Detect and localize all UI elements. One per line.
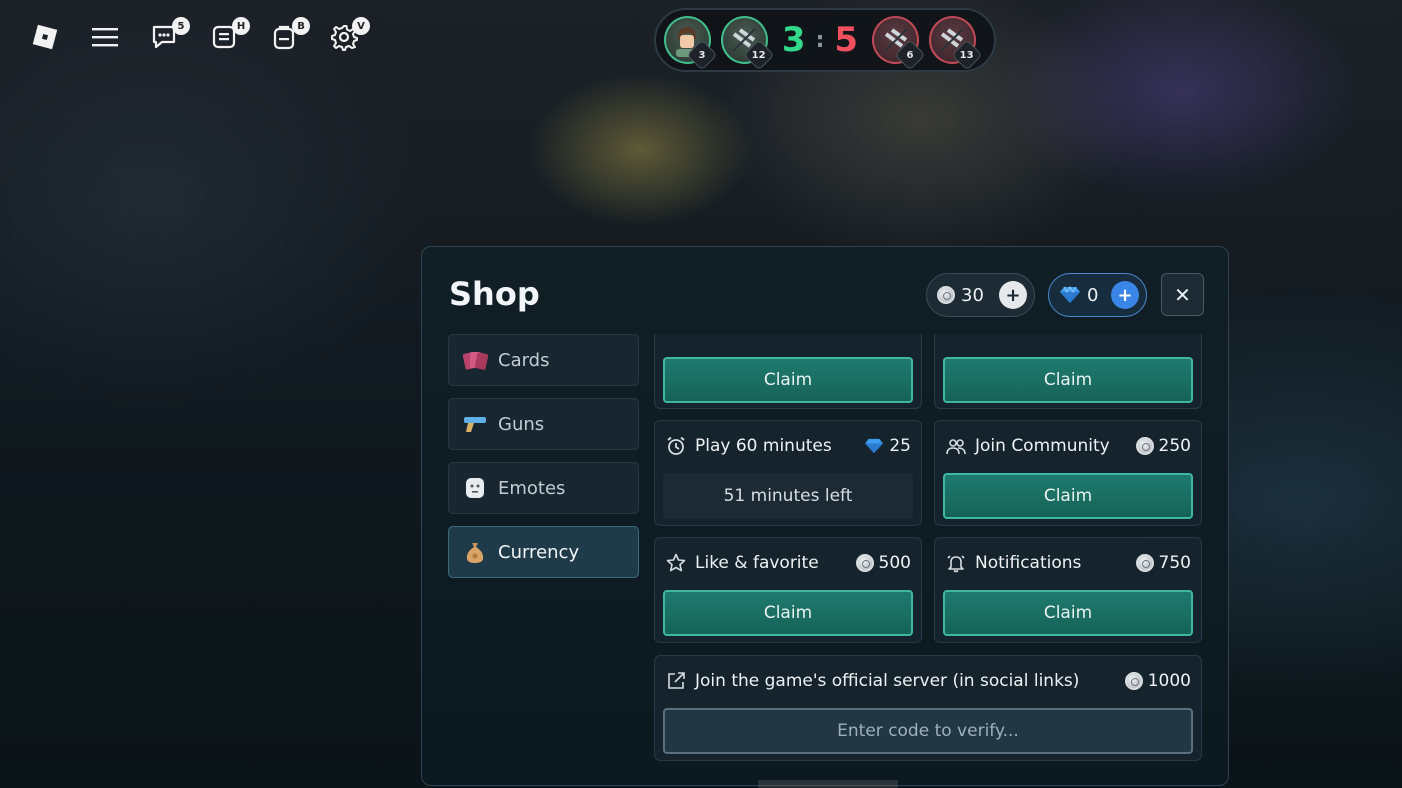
leaderboard-icon[interactable]: H: [208, 17, 250, 54]
task-title: Play 60 minutes: [695, 436, 832, 456]
chat-icon[interactable]: 5: [148, 17, 190, 54]
money-bag-icon: [462, 539, 488, 565]
menu-icon[interactable]: [88, 20, 122, 54]
top-toolbar: 5 H B V: [28, 17, 388, 54]
scoreboard: 3 12 3 : 5 6 13: [654, 8, 996, 72]
coin-icon: [1135, 554, 1154, 572]
backpack-icon[interactable]: B: [268, 17, 310, 54]
coin-icon: [937, 286, 955, 304]
task-reward: 500: [855, 553, 911, 573]
close-button[interactable]: ✕: [1161, 273, 1204, 316]
coin-balance: 30 +: [926, 273, 1035, 317]
player-avatar[interactable]: 13: [929, 16, 983, 71]
shop-title: Shop: [449, 275, 540, 313]
task-title: Join the game's official server (in soci…: [695, 671, 1080, 691]
chat-badge: 5: [172, 17, 190, 35]
task-reward: 1000: [1124, 671, 1191, 691]
settings-icon[interactable]: V: [328, 17, 370, 54]
alarm-clock-icon: [665, 435, 687, 457]
sidebar-item-guns[interactable]: Guns: [448, 398, 639, 450]
cards-icon: [462, 347, 488, 373]
shop-sidebar: Cards Guns Emotes Currency: [448, 334, 639, 590]
bottom-hotbar-edge: [758, 780, 898, 788]
task-card: Claim: [934, 334, 1202, 409]
roblox-logo-icon[interactable]: [28, 20, 62, 54]
sidebar-item-label: Cards: [498, 349, 550, 371]
task-title: Notifications: [975, 553, 1082, 573]
gem-icon: [864, 438, 884, 454]
task-card-server: Join the game's official server (in soci…: [654, 655, 1202, 761]
gem-amount: 0: [1087, 284, 1099, 306]
task-reward: 25: [864, 436, 911, 456]
task-reward: 750: [1135, 553, 1191, 573]
buy-coins-button[interactable]: +: [999, 281, 1027, 309]
task-reward: 250: [1135, 436, 1191, 456]
player-avatar[interactable]: 3: [664, 16, 718, 71]
claim-button[interactable]: Claim: [663, 357, 913, 403]
player-avatar[interactable]: 12: [720, 16, 775, 71]
task-card-like: Like & favorite 500 Claim: [654, 537, 922, 643]
coin-icon: [855, 554, 874, 572]
coin-icon: [1124, 672, 1143, 690]
buy-gems-button[interactable]: +: [1111, 281, 1139, 309]
sidebar-item-label: Emotes: [498, 477, 566, 499]
sidebar-item-currency[interactable]: Currency: [448, 526, 639, 578]
task-title: Join Community: [975, 436, 1110, 456]
shop-panel: Shop 30 + 0 + ✕ Cards Guns Emotes Curren…: [421, 246, 1229, 786]
player-avatar[interactable]: 6: [872, 16, 926, 71]
score-separator: :: [815, 27, 825, 53]
coin-icon: [1135, 437, 1154, 455]
claim-button[interactable]: Claim: [943, 590, 1193, 636]
red-team-score: 5: [834, 20, 859, 60]
task-card-community: Join Community 250 Claim: [934, 420, 1202, 526]
verify-code-input[interactable]: [663, 708, 1193, 754]
task-card-notifications: Notifications 750 Claim: [934, 537, 1202, 643]
currency-tasks: Claim Claim Play 60 minutes 25 51 minute…: [654, 334, 1204, 776]
settings-badge: V: [352, 17, 370, 35]
sidebar-item-label: Currency: [498, 541, 580, 563]
external-link-icon: [665, 670, 687, 692]
emote-icon: [462, 475, 488, 501]
sidebar-item-cards[interactable]: Cards: [448, 334, 639, 386]
task-card: Claim: [654, 334, 922, 409]
green-team-score: 3: [781, 20, 806, 60]
backpack-badge: B: [292, 17, 310, 35]
task-title: Like & favorite: [695, 553, 819, 573]
sidebar-item-label: Guns: [498, 413, 545, 435]
sidebar-item-emotes[interactable]: Emotes: [448, 462, 639, 514]
claim-button[interactable]: Claim: [943, 473, 1193, 519]
task-card-play-time: Play 60 minutes 25 51 minutes left: [654, 420, 922, 526]
claim-button[interactable]: Claim: [663, 590, 913, 636]
gem-balance: 0 +: [1048, 273, 1147, 317]
community-icon: [945, 435, 967, 457]
star-icon: [665, 552, 687, 574]
coin-amount: 30: [961, 284, 984, 306]
claim-button[interactable]: Claim: [943, 357, 1193, 403]
bell-icon: [945, 552, 967, 574]
leaderboard-badge: H: [232, 17, 250, 35]
gun-icon: [462, 411, 488, 437]
time-remaining: 51 minutes left: [663, 473, 913, 519]
gem-icon: [1059, 286, 1081, 304]
